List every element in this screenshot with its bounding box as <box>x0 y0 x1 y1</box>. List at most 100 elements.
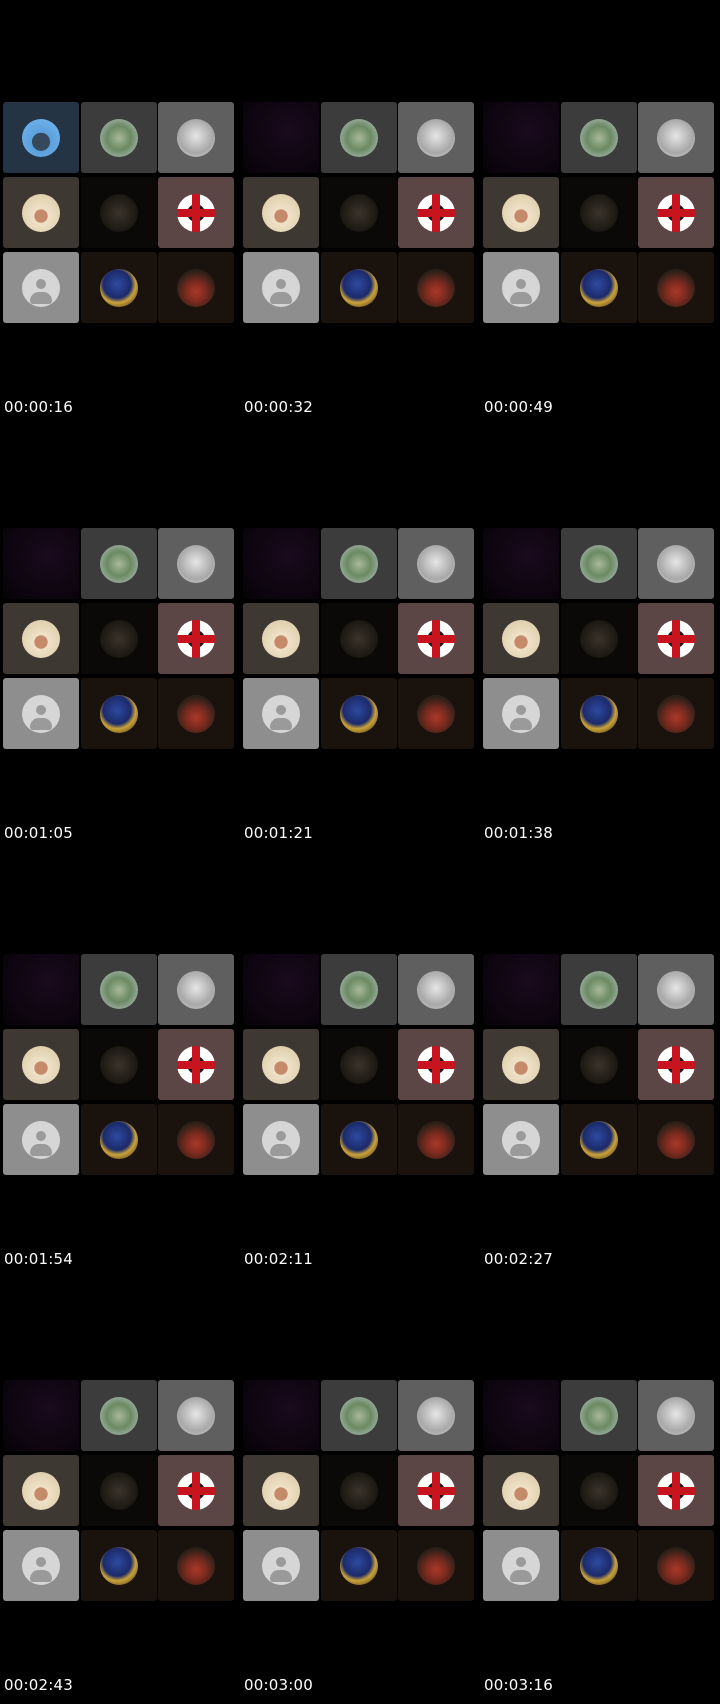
tile-dark-text-logo[interactable] <box>321 603 397 674</box>
tile-red-cross[interactable] <box>638 1455 714 1526</box>
tile-forest[interactable] <box>81 954 157 1025</box>
tile-sketch-face[interactable] <box>638 528 714 599</box>
tile-red-cross[interactable] <box>638 1029 714 1100</box>
tile-portrait[interactable] <box>158 678 234 749</box>
tile-sheep[interactable] <box>483 1455 559 1526</box>
tile-red-cross[interactable] <box>398 603 474 674</box>
tile-flag[interactable] <box>321 252 397 323</box>
tile-flag[interactable] <box>321 1530 397 1601</box>
tile-sketch-face[interactable] <box>398 1380 474 1451</box>
tile-portrait[interactable] <box>638 1104 714 1175</box>
tile-portrait[interactable] <box>398 1104 474 1175</box>
tile-sketch-face[interactable] <box>638 954 714 1025</box>
tile-red-cross[interactable] <box>398 177 474 248</box>
tile-forest[interactable] <box>561 954 637 1025</box>
tile-sheep[interactable] <box>483 603 559 674</box>
tile-flag[interactable] <box>561 252 637 323</box>
tile-sheep[interactable] <box>483 177 559 248</box>
tile-dark-text-logo[interactable] <box>81 1455 157 1526</box>
tile-default-user[interactable] <box>483 252 559 323</box>
tile-empty-video[interactable] <box>483 954 559 1025</box>
tile-forest[interactable] <box>321 954 397 1025</box>
tile-portrait[interactable] <box>158 1530 234 1601</box>
tile-forest[interactable] <box>561 1380 637 1451</box>
tile-portrait[interactable] <box>398 252 474 323</box>
tile-red-cross[interactable] <box>638 603 714 674</box>
tile-red-cross[interactable] <box>158 177 234 248</box>
tile-portrait[interactable] <box>158 1104 234 1175</box>
tile-red-cross[interactable] <box>158 1029 234 1100</box>
tile-portrait[interactable] <box>638 1530 714 1601</box>
tile-dark-text-logo[interactable] <box>321 177 397 248</box>
tile-default-user[interactable] <box>243 1530 319 1601</box>
tile-red-cross[interactable] <box>158 1455 234 1526</box>
tile-forest[interactable] <box>81 1380 157 1451</box>
tile-sheep[interactable] <box>3 177 79 248</box>
tile-default-user[interactable] <box>3 1104 79 1175</box>
tile-sheep[interactable] <box>243 603 319 674</box>
tile-empty-video[interactable] <box>243 102 319 173</box>
tile-empty-video[interactable] <box>483 1380 559 1451</box>
tile-forest[interactable] <box>321 102 397 173</box>
tile-sketch-face[interactable] <box>158 1380 234 1451</box>
tile-default-user[interactable] <box>243 1104 319 1175</box>
tile-forest[interactable] <box>321 1380 397 1451</box>
tile-dark-text-logo[interactable] <box>561 1455 637 1526</box>
tile-flag[interactable] <box>561 678 637 749</box>
tile-flag[interactable] <box>321 678 397 749</box>
tile-forest[interactable] <box>81 102 157 173</box>
tile-forest[interactable] <box>321 528 397 599</box>
tile-default-user[interactable] <box>3 252 79 323</box>
tile-sketch-face[interactable] <box>638 102 714 173</box>
tile-default-user[interactable] <box>243 678 319 749</box>
tile-red-cross[interactable] <box>638 177 714 248</box>
tile-portrait[interactable] <box>638 252 714 323</box>
tile-forest[interactable] <box>561 528 637 599</box>
tile-flag[interactable] <box>81 1530 157 1601</box>
tile-portrait[interactable] <box>158 252 234 323</box>
tile-sketch-face[interactable] <box>158 102 234 173</box>
tile-sketch-face[interactable] <box>158 528 234 599</box>
tile-empty-video[interactable] <box>243 954 319 1025</box>
tile-sketch-face[interactable] <box>398 102 474 173</box>
tile-forest[interactable] <box>81 528 157 599</box>
tile-flag[interactable] <box>321 1104 397 1175</box>
tile-sketch-face[interactable] <box>158 954 234 1025</box>
tile-dark-text-logo[interactable] <box>561 603 637 674</box>
tile-default-user[interactable] <box>483 1104 559 1175</box>
tile-portrait[interactable] <box>398 1530 474 1601</box>
tile-dark-text-logo[interactable] <box>321 1455 397 1526</box>
tile-portrait[interactable] <box>638 678 714 749</box>
tile-sheep[interactable] <box>243 177 319 248</box>
tile-empty-video[interactable] <box>243 1380 319 1451</box>
tile-flag[interactable] <box>561 1530 637 1601</box>
tile-empty-video[interactable] <box>3 954 79 1025</box>
tile-red-cross[interactable] <box>398 1029 474 1100</box>
tile-empty-video[interactable] <box>483 102 559 173</box>
tile-sheep[interactable] <box>483 1029 559 1100</box>
tile-empty-video[interactable] <box>3 1380 79 1451</box>
tile-flag[interactable] <box>81 252 157 323</box>
tile-flag[interactable] <box>561 1104 637 1175</box>
tile-sketch-face[interactable] <box>638 1380 714 1451</box>
tile-dark-text-logo[interactable] <box>81 603 157 674</box>
tile-pharaoh[interactable] <box>3 102 79 173</box>
tile-sheep[interactable] <box>3 1455 79 1526</box>
tile-flag[interactable] <box>81 1104 157 1175</box>
tile-default-user[interactable] <box>3 1530 79 1601</box>
tile-empty-video[interactable] <box>243 528 319 599</box>
tile-dark-text-logo[interactable] <box>561 177 637 248</box>
tile-sketch-face[interactable] <box>398 954 474 1025</box>
tile-default-user[interactable] <box>243 252 319 323</box>
tile-red-cross[interactable] <box>398 1455 474 1526</box>
tile-sheep[interactable] <box>243 1455 319 1526</box>
tile-flag[interactable] <box>81 678 157 749</box>
tile-sheep[interactable] <box>243 1029 319 1100</box>
tile-default-user[interactable] <box>483 1530 559 1601</box>
tile-dark-text-logo[interactable] <box>561 1029 637 1100</box>
tile-portrait[interactable] <box>398 678 474 749</box>
tile-dark-text-logo[interactable] <box>321 1029 397 1100</box>
tile-forest[interactable] <box>561 102 637 173</box>
tile-dark-text-logo[interactable] <box>81 177 157 248</box>
tile-sheep[interactable] <box>3 1029 79 1100</box>
